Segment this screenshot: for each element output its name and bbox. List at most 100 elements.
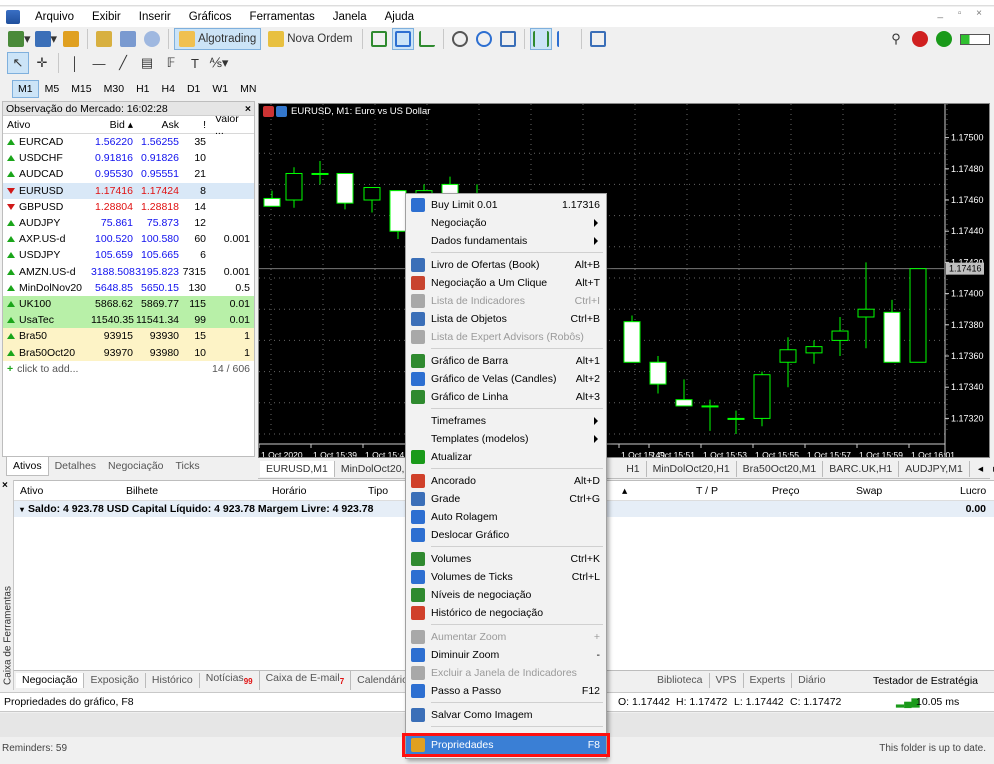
chart-info-icon[interactable] <box>263 106 274 117</box>
menu-item-tick-volumes[interactable]: Volumes de Ticks Ctrl+L <box>406 568 606 586</box>
menu-item-buy-limit[interactable]: Buy Limit 0.01 1.17316 <box>406 196 606 214</box>
menu-item-zoom-out[interactable]: Diminuir Zoom - <box>406 646 606 664</box>
tab-exposicao[interactable]: Exposição <box>84 673 146 688</box>
column-lucro[interactable]: Lucro <box>960 485 986 497</box>
tile-windows-button[interactable] <box>497 28 519 50</box>
tab-negociacao[interactable]: Negociação <box>102 457 169 475</box>
column-horario[interactable]: Horário <box>272 485 306 497</box>
tab-biblioteca[interactable]: Biblioteca <box>651 673 710 688</box>
tabs-scroll-left-icon[interactable]: ◂ <box>978 463 983 475</box>
tab-diario[interactable]: Diário <box>792 673 831 688</box>
market-watch-row-usdchf[interactable]: USDCHF 0.91816 0.91826 10 <box>3 150 254 166</box>
column-ask[interactable]: Ask <box>135 119 181 131</box>
chart-tab-audjpy-m1[interactable]: AUDJPY,M1 <box>899 461 970 477</box>
menu-item-shift-chart[interactable]: Deslocar Gráfico <box>406 526 606 544</box>
market-watch-button[interactable] <box>60 28 82 50</box>
market-watch-row-audcad[interactable]: AUDCAD 0.95530 0.95551 21 <box>3 166 254 182</box>
new-chart-button[interactable]: ▾ <box>7 28 32 50</box>
menu-item-templates-modelos-[interactable]: Templates (modelos) <box>406 430 606 448</box>
tab-vps[interactable]: VPS <box>710 673 744 688</box>
menu-item-pin[interactable]: Ancorado Alt+D <box>406 472 606 490</box>
text-button[interactable]: T <box>184 52 206 74</box>
vertical-line-button[interactable]: │ <box>64 52 86 74</box>
market-watch-row-usdjpy[interactable]: USDJPY 105.659 105.665 6 <box>3 247 254 263</box>
toolbox-close-icon[interactable]: × <box>2 480 8 491</box>
add-symbol[interactable]: + click to add... <box>3 363 91 375</box>
menu-item-dados-fundamentais[interactable]: Dados fundamentais <box>406 232 606 250</box>
menu-item-step[interactable]: Passo a Passo F12 <box>406 682 606 700</box>
menu-item-negocia-o[interactable]: Negociação <box>406 214 606 232</box>
timeframe-d1[interactable]: D1 <box>181 80 206 98</box>
menu-item-book[interactable]: Livro de Ofertas (Book) Alt+B <box>406 256 606 274</box>
horizontal-line-button[interactable]: — <box>88 52 110 74</box>
bar-chart-button[interactable] <box>368 28 390 50</box>
menu-item-trade-history[interactable]: Histórico de negociação <box>406 604 606 622</box>
timeframe-h4[interactable]: H4 <box>156 80 181 98</box>
menu-arquivo[interactable]: Arquivo <box>26 7 83 27</box>
menu-item-line-chart[interactable]: Gráfico de Linha Alt+3 <box>406 388 606 406</box>
line-chart-button[interactable] <box>416 28 438 50</box>
fibonacci-button[interactable]: 𝔽 <box>160 52 182 74</box>
tab-historico[interactable]: Histórico <box>146 673 200 688</box>
timeframe-m30[interactable]: M30 <box>98 80 130 98</box>
market-watch-row-uk100[interactable]: UK100 5868.62 5869.77 115 0.01 <box>3 295 254 313</box>
templates-button[interactable] <box>587 28 609 50</box>
market-watch-add-row[interactable]: + click to add... 14 / 606 <box>3 361 254 377</box>
strategy-tester-button[interactable]: Testador de Estratégia <box>873 675 978 687</box>
tab-detalhes[interactable]: Detalhes <box>49 457 102 475</box>
menu-item-objects[interactable]: Lista de Objetos Ctrl+B <box>406 310 606 328</box>
tab-negociacao[interactable]: Negociação <box>16 673 85 688</box>
column-spread[interactable]: ! <box>181 119 209 131</box>
signals-button[interactable] <box>141 28 163 50</box>
zoom-in-button[interactable] <box>449 28 471 50</box>
menu-item-volumes[interactable]: Volumes Ctrl+K <box>406 550 606 568</box>
close-icon[interactable]: × <box>245 102 251 116</box>
shapes-button[interactable]: ⅍▾ <box>208 52 230 74</box>
chart-tab-h1[interactable]: H1 <box>620 461 647 477</box>
column-ativo[interactable]: Ativo <box>20 485 43 497</box>
menu-item-timeframes[interactable]: Timeframes <box>406 412 606 430</box>
collapse-icon[interactable]: ▾ <box>20 505 24 514</box>
tab-noticias[interactable]: Notícias99 <box>200 671 260 690</box>
timeframe-m1[interactable]: M1 <box>12 80 39 98</box>
chart-trade-icon[interactable] <box>276 106 287 117</box>
chart-tab-bra50oct20-m1[interactable]: Bra50Oct20,M1 <box>737 461 824 477</box>
timeframe-m15[interactable]: M15 <box>65 80 97 98</box>
timeframe-mn[interactable]: MN <box>234 80 262 98</box>
menu-item-one-click[interactable]: Negociação a Um Clique Alt+T <box>406 274 606 292</box>
timeframe-m5[interactable]: M5 <box>39 80 66 98</box>
menu-item-grid[interactable]: Grade Ctrl+G <box>406 490 606 508</box>
market-watch-row-eurusd[interactable]: EURUSD 1.17416 1.17424 8 <box>3 182 254 199</box>
column-ativo[interactable]: Ativo <box>3 119 91 131</box>
window-controls[interactable]: _ ▫ × <box>937 8 988 19</box>
market-watch-row-audjpy[interactable]: AUDJPY 75.861 75.873 12 <box>3 215 254 231</box>
column-bid[interactable]: Bid ▴ <box>91 119 135 131</box>
menu-ferramentas[interactable]: Ferramentas <box>241 7 324 27</box>
chart-shift-button[interactable] <box>554 28 576 50</box>
profiles-button[interactable]: ▾ <box>34 28 59 50</box>
column-bilhete[interactable]: Bilhete <box>126 485 158 497</box>
autoscroll-button[interactable] <box>530 28 553 50</box>
candle-chart-button[interactable] <box>392 28 415 50</box>
market-watch-row-axp.us-d[interactable]: AXP.US-d 100.520 100.580 60 0.001 <box>3 231 254 247</box>
search-button[interactable]: ⚲ <box>885 28 907 50</box>
market-watch-row-bra50oct20[interactable]: Bra50Oct20 93970 93980 10 1 <box>3 344 254 361</box>
metaeditor-button[interactable] <box>93 28 115 50</box>
column-tipo[interactable]: Tipo <box>368 485 388 497</box>
menu-exibir[interactable]: Exibir <box>83 7 130 27</box>
candlestick-chart[interactable]: 1.175001.174801.174601.174401.174201.174… <box>259 104 990 458</box>
market-watch-row-usatec[interactable]: UsaTec 11540.35 11541.34 99 0.01 <box>3 312 254 329</box>
menu-item-trade-levels[interactable]: Níveis de negociação <box>406 586 606 604</box>
column-tp[interactable]: T / P <box>696 485 718 497</box>
menu-item-autoscroll[interactable]: Auto Rolagem <box>406 508 606 526</box>
market-watch-row-mindolnov20[interactable]: MinDolNov20 5648.85 5650.15 130 0.5 <box>3 280 254 296</box>
tab-ticks[interactable]: Ticks <box>170 457 206 475</box>
level-button[interactable] <box>933 28 955 50</box>
tab-email[interactable]: Caixa de E-mail7 <box>260 671 352 690</box>
new-order-button[interactable]: Nova Ordem <box>263 28 357 50</box>
chart-tab-barc-uk-h1[interactable]: BARC.UK,H1 <box>823 461 900 477</box>
notifications-button[interactable] <box>909 28 931 50</box>
menu-item-save-image[interactable]: Salvar Como Imagem <box>406 706 606 724</box>
chart-tab-eurusd-m1[interactable]: EURUSD,M1 <box>260 461 335 477</box>
cursor-button[interactable]: ↖ <box>7 52 29 74</box>
